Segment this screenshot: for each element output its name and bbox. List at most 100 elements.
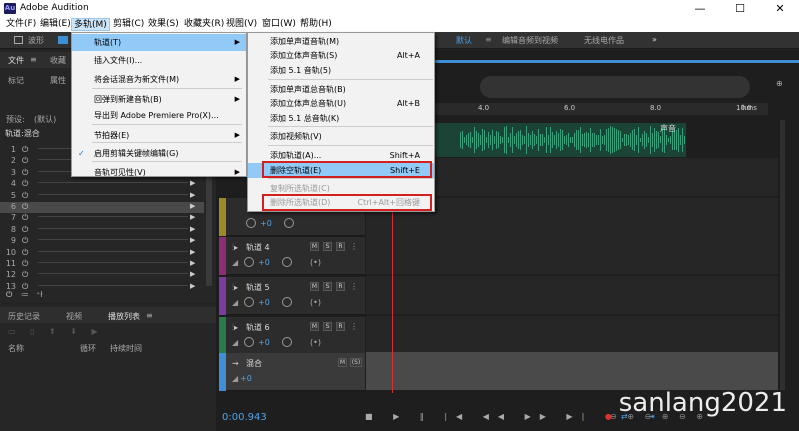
mute-button[interactable]: M: [310, 282, 319, 291]
volume-knob[interactable]: [244, 337, 254, 347]
record-arm-button[interactable]: R: [336, 282, 345, 291]
power-icon[interactable]: ⏻: [22, 145, 28, 155]
tab-properties[interactable]: 属性: [50, 75, 66, 86]
panel-menu-icon[interactable]: ≡: [30, 55, 37, 64]
multitrack-menu-item[interactable]: 节拍器(E) ▶: [72, 127, 246, 144]
playlist-menu-icon[interactable]: ≡: [146, 311, 153, 320]
waveform-view-icon[interactable]: [14, 36, 23, 44]
track-name[interactable]: 混合: [246, 358, 262, 369]
volume-value[interactable]: +0: [260, 219, 272, 228]
volume-knob[interactable]: [244, 297, 254, 307]
multitrack-view-icon[interactable]: [58, 36, 68, 44]
waveform-view-label[interactable]: 波形: [28, 35, 44, 46]
track-list-row[interactable]: 13 ⏻ ▶: [0, 282, 204, 293]
insert-icon[interactable]: ⁺ł: [36, 290, 43, 299]
multitrack-menu-item[interactable]: 轨道(T) ▶: [72, 34, 246, 51]
expand-arrow-icon[interactable]: ▶: [190, 236, 195, 244]
track-list-row[interactable]: 12 ⏻ ▶: [0, 270, 204, 281]
track-header[interactable]: ⇝ 混合 M (S) ◢ +0: [226, 353, 365, 391]
multitrack-menu-item[interactable]: 导出到 Adobe Premiere Pro(X)...: [72, 107, 246, 124]
editor-scrollbar[interactable]: [780, 120, 785, 390]
volume-value[interactable]: +0: [258, 258, 270, 267]
menu-window[interactable]: 窗口(W): [260, 18, 298, 31]
track-name[interactable]: 轨道 6: [246, 322, 270, 333]
more-icon[interactable]: ⋮: [350, 282, 358, 291]
track-list-row[interactable]: 11 ⏻ ▶: [0, 259, 204, 270]
menu-edit[interactable]: 编辑(E): [38, 18, 73, 31]
expand-arrow-icon[interactable]: ▶: [190, 225, 195, 233]
pan-knob[interactable]: [284, 218, 294, 228]
expand-arrow-icon[interactable]: ▶: [190, 248, 195, 256]
mute-button[interactable]: M: [338, 358, 347, 367]
pan-knob[interactable]: [282, 337, 292, 347]
workspace-default[interactable]: 默认: [456, 35, 472, 46]
zoom-icon[interactable]: ⊕: [776, 79, 783, 88]
volume-value[interactable]: +0: [240, 374, 252, 383]
power-icon[interactable]: ⏻: [22, 179, 28, 189]
track-header[interactable]: ⫶▸ 轨道 5 M S R ⋮ ◢ +0 (•): [226, 277, 365, 315]
track-list-row[interactable]: 5 ⏻ ▶: [0, 191, 204, 202]
power-icon[interactable]: ⏻: [22, 156, 28, 166]
playlist-toolbar-icons[interactable]: ▭ ▯ ⬆ ⬇ ▶: [8, 327, 104, 336]
power-icon[interactable]: ⏻: [22, 202, 28, 212]
routing-icon[interactable]: (•): [310, 258, 321, 267]
preset-value[interactable]: (默认): [34, 114, 56, 125]
mute-button[interactable]: M: [310, 322, 319, 331]
multitrack-menu-item[interactable]: 将会话混音为新文件(M) ▶: [72, 71, 246, 88]
expand-arrow-icon[interactable]: ▶: [190, 202, 195, 210]
track-list-row[interactable]: 9 ⏻ ▶: [0, 236, 204, 247]
record-arm-button[interactable]: R: [336, 322, 345, 331]
multitrack-menu-item[interactable]: 回弹到新建音轨(B) ▶: [72, 91, 246, 108]
track-list-row[interactable]: 7 ⏻ ▶: [0, 213, 204, 224]
solo-button[interactable]: S: [323, 242, 332, 251]
track-header[interactable]: ⫶▸ 轨道 6 M S R ⋮ ◢ +0 (•): [226, 317, 365, 355]
col-duration[interactable]: 持续时间: [110, 343, 142, 354]
pan-knob[interactable]: [282, 257, 292, 267]
track-submenu-item[interactable]: 添加视频轨(V): [248, 129, 434, 144]
multitrack-menu-item[interactable]: ✓ 启用剪辑关键帧编辑(G): [72, 145, 246, 162]
tab-video[interactable]: 视频: [66, 311, 82, 322]
tab-markers[interactable]: 标记: [8, 75, 24, 86]
menu-effects[interactable]: 效果(S): [146, 18, 181, 31]
volume-knob[interactable]: [244, 257, 254, 267]
solo-button[interactable]: (S): [350, 358, 362, 367]
track-submenu-item[interactable]: 添加单声道音轨(M): [248, 34, 434, 49]
workspace-menu-icon[interactable]: ≡: [485, 35, 492, 44]
tab-files[interactable]: 文件: [8, 55, 24, 66]
solo-button[interactable]: S: [323, 322, 332, 331]
list-icon[interactable]: ≔: [21, 290, 29, 299]
power-icon[interactable]: ⏻: [22, 168, 28, 178]
expand-arrow-icon[interactable]: ▶: [190, 259, 195, 267]
close-button[interactable]: ✕: [760, 0, 799, 17]
track-submenu-item[interactable]: 添加立体声音轨(S) Alt+A: [248, 48, 434, 63]
col-loop[interactable]: 循环: [80, 343, 96, 354]
routing-icon[interactable]: (•): [310, 338, 321, 347]
expand-arrow-icon[interactable]: ▶: [190, 191, 195, 199]
track-list-row[interactable]: 10 ⏻ ▶: [0, 248, 204, 259]
record-arm-button[interactable]: R: [336, 242, 345, 251]
maximize-button[interactable]: ☐: [720, 0, 760, 17]
power-icon[interactable]: ⏻: [22, 225, 28, 235]
multitrack-menu-item[interactable]: 插入文件(I)...: [72, 52, 246, 69]
power-icon[interactable]: ⏻: [22, 213, 28, 223]
minimize-button[interactable]: —: [680, 0, 720, 17]
track-list-row[interactable]: 8 ⏻ ▶: [0, 225, 204, 236]
tab-history[interactable]: 历史记录: [8, 311, 40, 322]
menu-clip[interactable]: 剪辑(C): [111, 18, 146, 31]
menu-multitrack[interactable]: 多轨(M): [71, 18, 110, 31]
overview-bar[interactable]: [480, 76, 750, 98]
expand-arrow-icon[interactable]: ▶: [190, 270, 195, 278]
more-icon[interactable]: ⋮: [350, 322, 358, 331]
track-name[interactable]: 轨道 5: [246, 282, 270, 293]
workspace-edit-video[interactable]: 编辑音频到视频: [502, 35, 558, 46]
track-submenu-item[interactable]: 添加单声道总音轨(B): [248, 82, 434, 97]
power-icon[interactable]: ⏻: [22, 259, 28, 269]
menu-help[interactable]: 帮助(H): [298, 18, 334, 31]
power-icon[interactable]: ⏻: [22, 236, 28, 246]
track-header[interactable]: ⫶▸ 轨道 4 M S R ⋮ ◢ +0 (•): [226, 237, 365, 275]
expand-arrow-icon[interactable]: ▶: [190, 282, 195, 290]
pan-knob[interactable]: [282, 297, 292, 307]
solo-button[interactable]: S: [323, 282, 332, 291]
volume-value[interactable]: +0: [258, 298, 270, 307]
menu-favorites[interactable]: 收藏夹(R): [182, 18, 226, 31]
